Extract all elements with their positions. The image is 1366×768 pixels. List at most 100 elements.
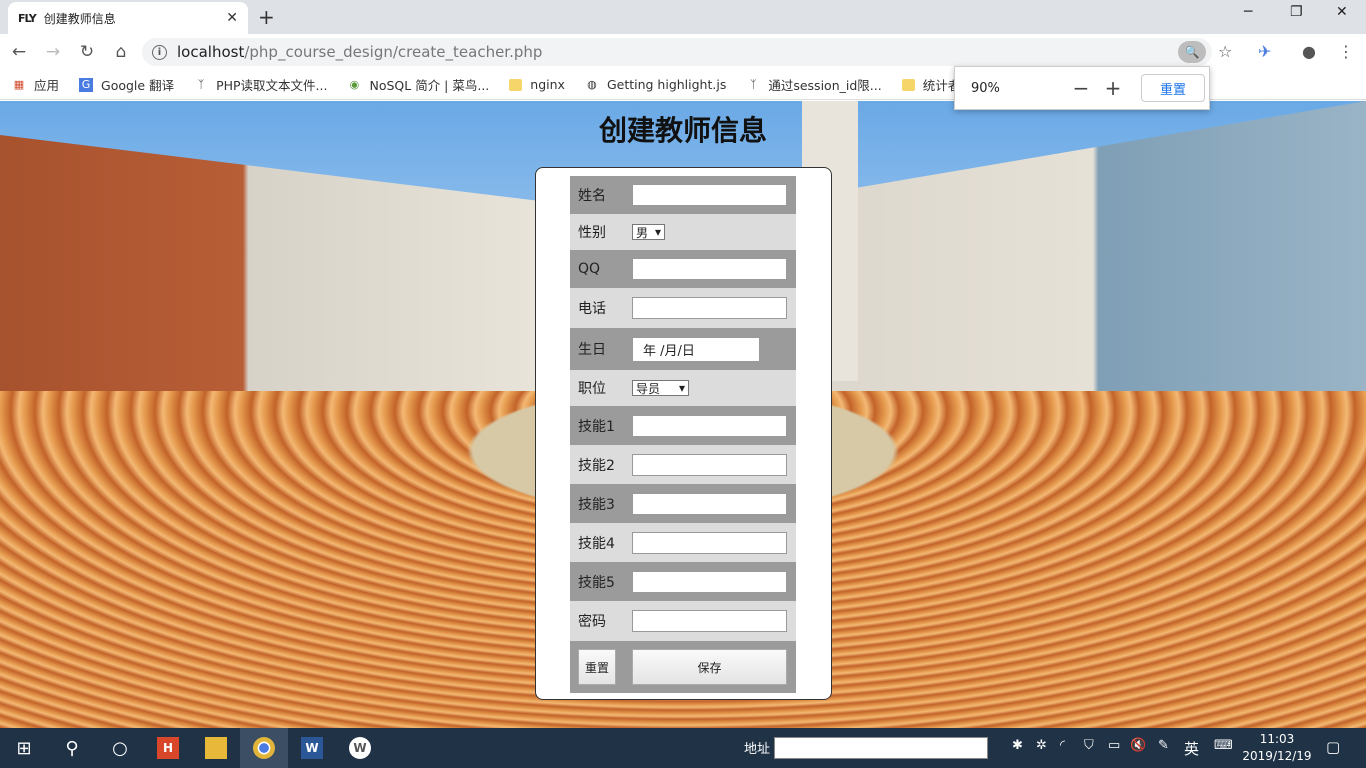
bookmark-label: 应用 (34, 78, 60, 93)
page-content: 创建教师信息 姓名 性别 男 ▾ QQ 电话 生日 年 /月/日 职位 导员 ▾… (0, 101, 1366, 728)
form-actions: 重置 保存 (570, 641, 796, 693)
globe-icon: ◍ (587, 77, 597, 91)
pen-icon[interactable]: ✎ (1158, 738, 1169, 753)
network-icon[interactable]: ◜ (1060, 738, 1065, 753)
bookmark-label: NoSQL 简介 | 菜鸟... (369, 78, 490, 93)
field-row-skill3: 技能3 (570, 484, 796, 523)
skill1-input[interactable] (632, 414, 787, 437)
link-icon: ᛉ (750, 77, 757, 91)
info-icon[interactable]: i (152, 44, 167, 60)
apps-icon: ▦ (13, 77, 25, 91)
zoom-level: 90% (971, 80, 1000, 96)
home-icon[interactable]: ⌂ (106, 42, 136, 62)
field-label: 生日 (578, 342, 606, 358)
field-row-password: 密码 (570, 601, 796, 641)
page-title: 创建教师信息 (598, 114, 767, 147)
keyboard-icon[interactable]: ⌨ (1214, 738, 1233, 753)
search-button[interactable]: ⚲ (48, 728, 96, 768)
field-label: QQ (578, 261, 601, 277)
new-tab-button[interactable]: + (258, 5, 275, 29)
bookmark-label: 通过session_id限... (768, 78, 882, 93)
taskbar: ⊞ ⚲ ○ H W W 地址 ✱ ✲ ◜ ⛉ ▭ 🔇 ✎ 英 ⌨ 11:03 2… (0, 728, 1366, 768)
star-icon[interactable]: ☆ (1218, 42, 1232, 61)
ime-indicator[interactable]: 英 (1184, 738, 1199, 759)
system-clock[interactable]: 11:03 2019/12/19 (1242, 731, 1312, 765)
url-host: localhost (177, 43, 245, 61)
bookmark-php-read[interactable]: ᛉ PHP读取文本文件... (194, 75, 328, 94)
skill3-input[interactable] (632, 492, 787, 515)
field-row-qq: QQ (570, 250, 796, 288)
dropdown-arrow-icon: ▾ (654, 225, 661, 239)
tray-bug-icon[interactable]: ✲ (1036, 738, 1047, 753)
taskbar-app-explorer[interactable] (192, 728, 240, 768)
bookmark-apps[interactable]: ▦ 应用 (12, 75, 59, 94)
google-translate-icon: G (79, 77, 94, 92)
bookmark-google-translate[interactable]: G Google 翻译 (79, 75, 174, 94)
bookmark-nginx[interactable]: nginx (509, 77, 565, 92)
task-view-button[interactable]: ○ (96, 728, 144, 768)
windows-icon: ⊞ (16, 737, 32, 759)
account-icon[interactable]: ● (1302, 42, 1316, 61)
address-toolbar-input[interactable] (774, 737, 988, 759)
field-label: 技能2 (578, 457, 615, 474)
bookmark-nosql[interactable]: ◉ NoSQL 简介 | 菜鸟... (347, 75, 490, 94)
taskbar-app-chrome[interactable] (240, 728, 288, 768)
field-label: 性别 (578, 225, 606, 241)
restore-icon[interactable]: ❐ (1290, 4, 1303, 20)
zoom-popup: 90% − + 重置 (954, 66, 1210, 110)
extension-icon[interactable]: ✈ (1258, 42, 1271, 61)
skill2-input[interactable] (632, 453, 787, 476)
zoom-reset-button[interactable]: 重置 (1141, 74, 1205, 102)
browser-window: FLY 创建教师信息 ✕ + ─ ❐ ✕ ← → ↻ ⌂ i localhost… (0, 0, 1366, 728)
volume-muted-icon[interactable]: 🔇 (1130, 738, 1146, 753)
field-label: 密码 (578, 614, 606, 630)
close-icon[interactable]: ✕ (226, 10, 238, 26)
zoom-out-button[interactable]: − (1065, 76, 1097, 100)
skill4-input[interactable] (632, 531, 787, 554)
field-row-gender: 性别 男 ▾ (570, 214, 796, 250)
url-path: /php_course_design/create_teacher.php (244, 43, 543, 61)
taskbar-app-wps[interactable]: W (336, 728, 384, 768)
dropdown-arrow-icon: ▾ (678, 381, 685, 395)
start-button[interactable]: ⊞ (0, 728, 48, 768)
menu-icon[interactable]: ⋮ (1338, 42, 1354, 61)
qq-input[interactable] (632, 258, 787, 280)
back-icon[interactable]: ← (4, 42, 34, 62)
minimize-icon[interactable]: ─ (1244, 4, 1252, 20)
name-input[interactable] (632, 184, 787, 206)
folder-icon (205, 737, 227, 759)
save-button[interactable]: 保存 (632, 649, 787, 685)
clock-date: 2019/12/19 (1242, 749, 1312, 763)
gender-select[interactable]: 男 ▾ (632, 224, 665, 240)
tab-favicon: FLY (18, 11, 37, 25)
bookmark-session[interactable]: ᛉ 通过session_id限... (746, 75, 882, 94)
birthday-date-input[interactable]: 年 /月/日 (632, 336, 760, 362)
zoom-icon[interactable]: 🔍 (1178, 41, 1206, 63)
teacher-form: 姓名 性别 男 ▾ QQ 电话 生日 年 /月/日 职位 导员 ▾ 技能1 技能… (570, 176, 796, 693)
window-close-icon[interactable]: ✕ (1336, 4, 1348, 20)
tab-create-teacher[interactable]: FLY 创建教师信息 ✕ (8, 2, 248, 34)
tray-app-icon[interactable]: ✱ (1012, 738, 1023, 753)
site-icon: ◉ (349, 77, 360, 91)
notification-icon[interactable]: ▢ (1326, 738, 1340, 756)
browser-toolbar: ← → ↻ ⌂ i localhost/php_course_design/cr… (0, 34, 1366, 70)
security-shield-icon[interactable]: ⛉ (1084, 738, 1094, 753)
battery-icon[interactable]: ▭ (1108, 738, 1120, 753)
address-bar[interactable]: i localhost/php_course_design/create_tea… (142, 38, 1212, 66)
position-select[interactable]: 导员 ▾ (632, 380, 689, 396)
phone-input[interactable] (632, 297, 787, 319)
bookmark-stats[interactable]: 统计者 (901, 75, 960, 94)
reset-button[interactable]: 重置 (578, 649, 616, 685)
forward-icon[interactable]: → (38, 42, 68, 62)
cortana-icon: ○ (112, 737, 128, 759)
zoom-in-button[interactable]: + (1097, 76, 1129, 100)
bookmark-highlightjs[interactable]: ◍ Getting highlight.js (585, 77, 726, 92)
field-row-name: 姓名 (570, 176, 796, 214)
reload-icon[interactable]: ↻ (72, 42, 102, 62)
bookmark-label: Getting highlight.js (606, 77, 727, 92)
skill5-input[interactable] (632, 570, 787, 593)
taskbar-app-word[interactable]: W (288, 728, 336, 768)
position-value: 导员 (636, 381, 661, 396)
taskbar-app-hbuilder[interactable]: H (144, 728, 192, 768)
password-input[interactable] (632, 610, 787, 632)
